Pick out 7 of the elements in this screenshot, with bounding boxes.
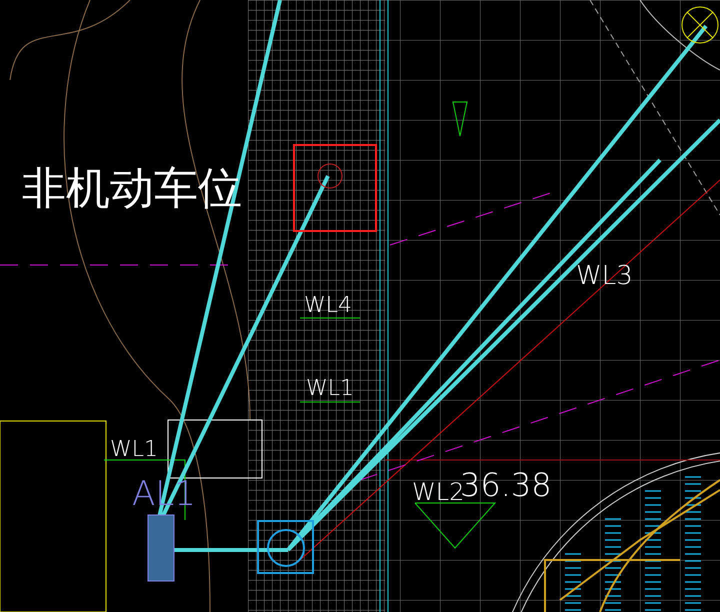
device-symbol-icon <box>318 164 342 188</box>
cable-label: WL1 <box>110 437 158 462</box>
cable-label: WL4 <box>304 293 352 318</box>
cable-label: WL1 <box>306 376 354 401</box>
junction-box-icon <box>257 520 314 574</box>
panel-symbol <box>148 514 174 582</box>
lamp-symbol-icon <box>682 6 718 44</box>
